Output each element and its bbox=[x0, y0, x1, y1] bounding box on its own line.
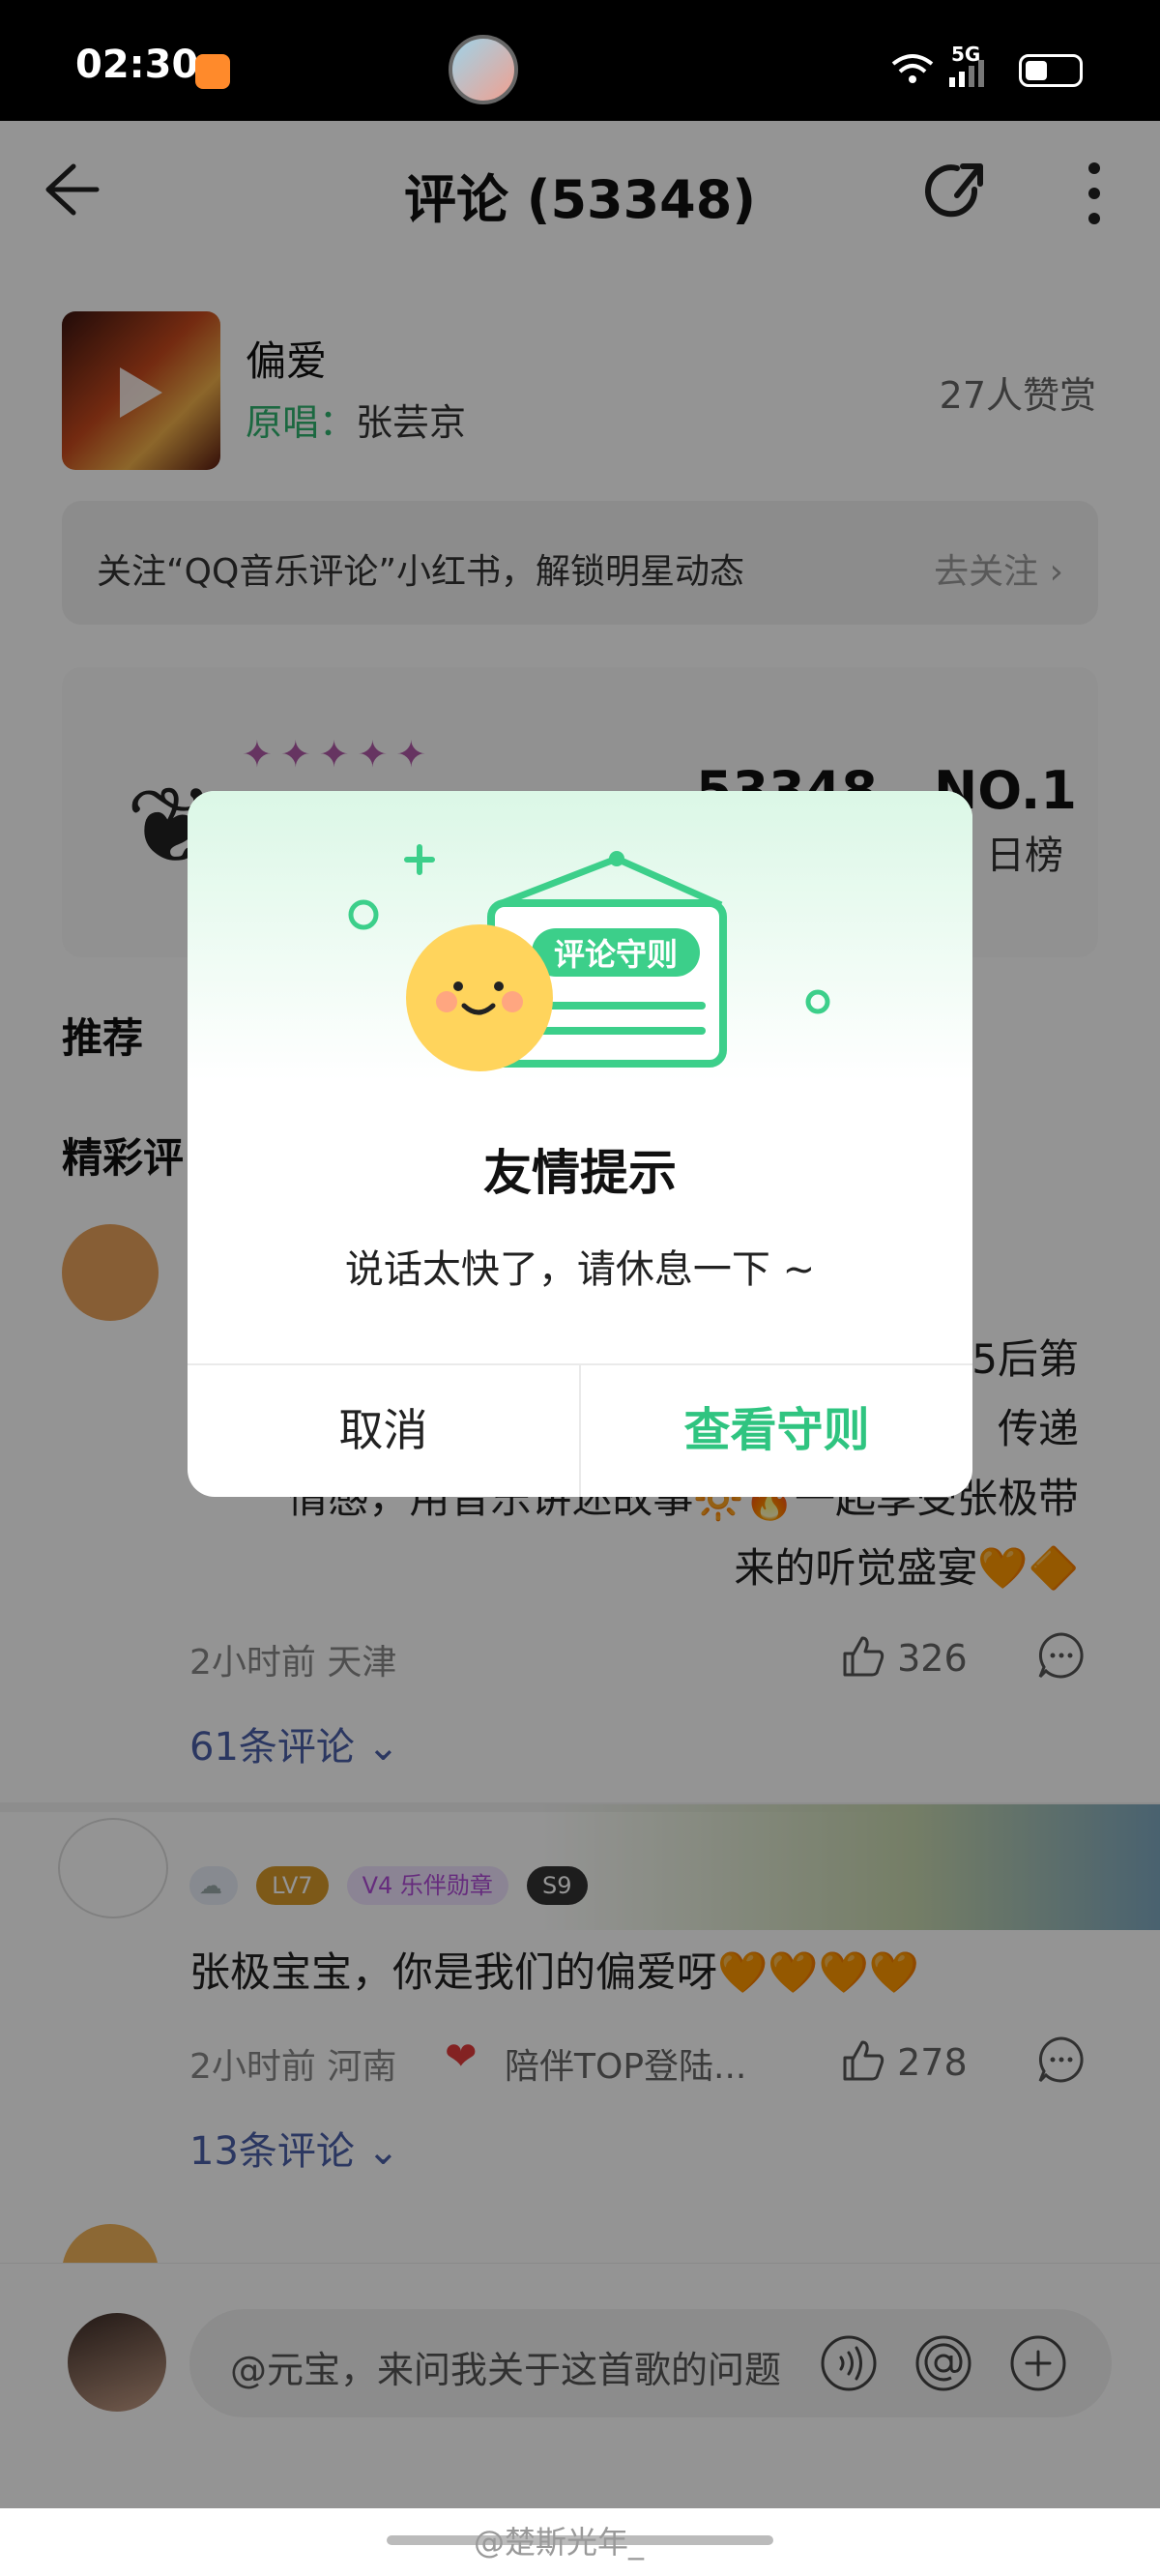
watermark: @楚斯光年_ bbox=[474, 2524, 645, 2561]
floating-avatar-icon[interactable] bbox=[449, 35, 518, 104]
dialog-message: 说话太快了，请休息一下 ~ bbox=[344, 1247, 816, 1292]
network-label: 5G bbox=[889, 43, 996, 95]
dialog-title: 友情提示 bbox=[483, 1145, 677, 1201]
rules-illustration: 评论守则 bbox=[348, 844, 830, 1071]
notification-icon bbox=[195, 54, 230, 89]
battery-icon bbox=[1019, 54, 1083, 87]
status-time: 02:30 bbox=[75, 43, 199, 87]
rules-sign-text: 评论守则 bbox=[554, 936, 678, 973]
reminder-dialog: 评论守则 友情提示 说话太快了，请休息一下 ~ 取消 查看守则 bbox=[188, 791, 972, 1497]
view-rules-button[interactable]: 查看守则 bbox=[581, 1363, 972, 1497]
cancel-button[interactable]: 取消 bbox=[188, 1363, 579, 1497]
